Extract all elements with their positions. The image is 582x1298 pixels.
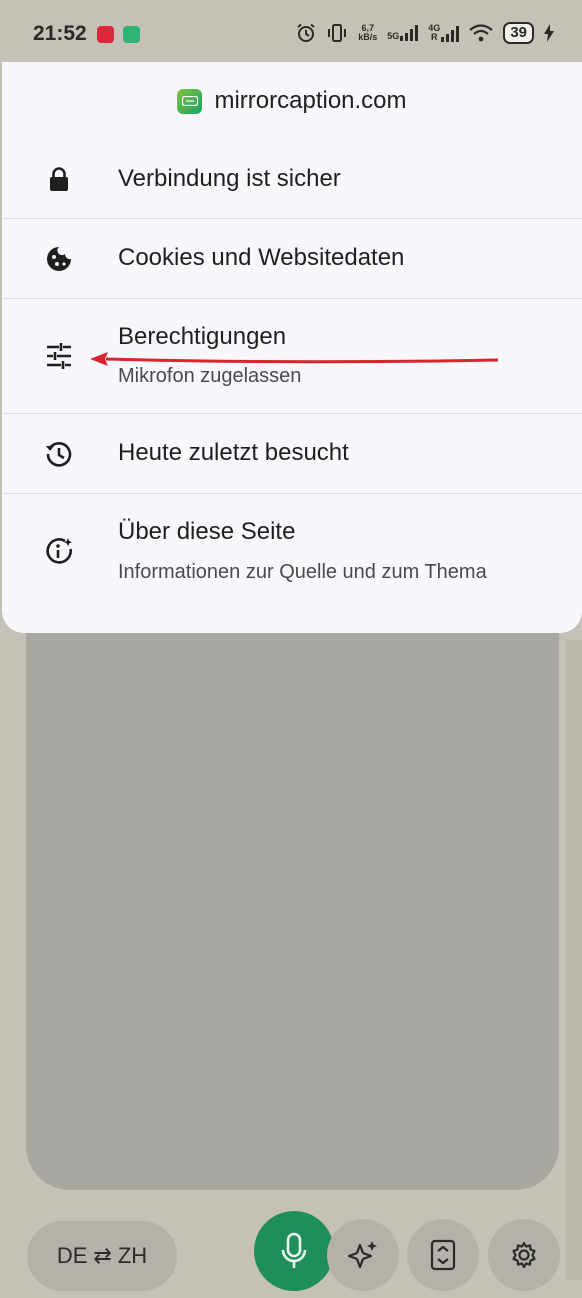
battery-level: 39 xyxy=(503,22,534,44)
item-title: Cookies und Websitedaten xyxy=(118,244,405,271)
tune-icon xyxy=(47,343,71,369)
vibrate-icon xyxy=(328,24,347,42)
gear-icon xyxy=(512,1241,536,1269)
signal-icon xyxy=(400,25,419,41)
alarm-icon xyxy=(297,23,315,42)
charging-icon xyxy=(544,24,554,42)
sim2-signal: 4G R xyxy=(428,24,460,42)
wifi-icon xyxy=(469,24,494,42)
app-notification-icon xyxy=(97,26,114,43)
settings-button[interactable] xyxy=(488,1219,560,1291)
site-domain: mirrorcaption.com xyxy=(214,87,407,114)
site-header: mirrorcaption.com xyxy=(2,62,582,140)
microphone-icon xyxy=(281,1232,307,1268)
cookies-item[interactable]: Cookies und Websitedaten xyxy=(2,218,582,299)
last-visited-item[interactable]: Heute zuletzt besucht xyxy=(2,413,582,494)
status-bar: 21:52 6,7 kB/s 5G 4G R 39 xyxy=(0,0,582,62)
side-panel-edge xyxy=(566,640,582,1280)
item-title: Verbindung ist sicher xyxy=(118,165,341,192)
item-subtitle: Informationen zur Quelle und zum Thema xyxy=(118,561,487,583)
signal-icon xyxy=(441,26,460,42)
site-favicon-icon xyxy=(177,88,203,114)
cookie-icon xyxy=(47,247,71,271)
language-toggle-button[interactable]: DE ⇄ ZH xyxy=(27,1221,177,1291)
item-title: Über diese Seite xyxy=(118,518,296,545)
about-page-item[interactable]: Über diese Seite Informationen zur Quell… xyxy=(2,493,582,634)
lang-to: ZH xyxy=(117,1243,148,1268)
connection-secure-item[interactable]: Verbindung ist sicher xyxy=(2,140,582,218)
history-icon xyxy=(46,442,72,467)
sim1-signal: 5G xyxy=(387,25,419,41)
app-notification-icon xyxy=(123,26,140,43)
clock: 21:52 xyxy=(33,22,87,45)
lock-icon xyxy=(50,167,68,191)
transcript-card xyxy=(26,600,559,1190)
net-speed: 6,7 kB/s xyxy=(358,23,378,42)
lang-from: DE xyxy=(56,1243,88,1268)
item-title: Berechtigungen xyxy=(118,323,287,350)
annotation-arrow xyxy=(90,352,498,366)
ai-sparkle-button[interactable] xyxy=(327,1219,399,1291)
microphone-button[interactable] xyxy=(254,1211,334,1291)
document-button[interactable] xyxy=(407,1219,479,1291)
item-title: Heute zuletzt besucht xyxy=(118,439,349,466)
sparkle-icon xyxy=(347,1241,377,1269)
info-sparkle-icon xyxy=(46,538,72,564)
document-icon xyxy=(430,1239,456,1271)
swap-icon: ⇄ xyxy=(93,1243,112,1268)
